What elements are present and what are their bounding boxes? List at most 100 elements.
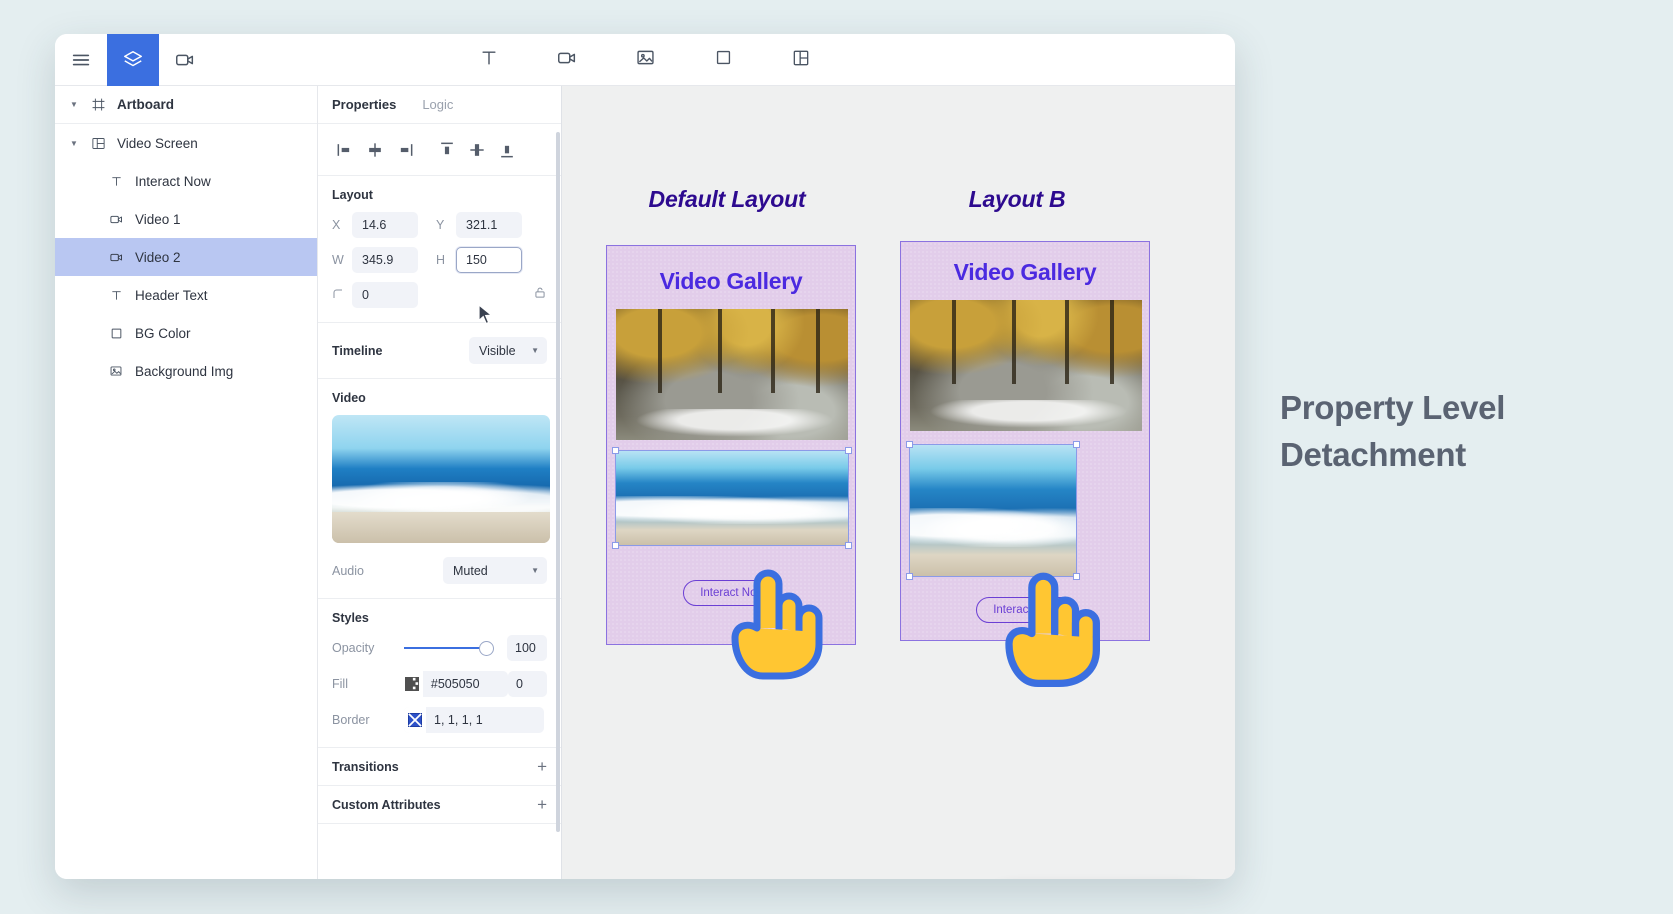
video-camera-icon [103,212,129,227]
transitions-accordion[interactable]: Transitions + [318,748,561,786]
align-center-horizontal-icon[interactable] [362,137,388,163]
hamburger-menu-icon [70,49,92,71]
video-camera-icon [103,250,129,265]
image-tool-button[interactable] [630,45,660,75]
properties-tabs: Properties Logic [318,86,561,124]
layout-grid-tool-button[interactable] [786,45,816,75]
border-label: Border [332,713,370,727]
app-window: ▼ Artboard ▼ Video Screen Interact Now V… [55,34,1235,879]
border-value: 1, 1, 1, 1 [434,713,483,727]
tree-trunk [718,309,723,393]
chevron-down-icon: ▼ [531,566,539,575]
tree-trunk [771,309,776,393]
align-bottom-icon[interactable] [494,137,520,163]
align-center-vertical-icon[interactable] [464,137,490,163]
card-title-default-layout: Default Layout [648,186,806,212]
forest-video-1[interactable] [616,309,848,440]
height-input[interactable]: 150 [456,247,522,273]
slide-caption: Property Level Detachment [1280,385,1650,479]
opacity-label: Opacity [332,641,375,655]
audio-select[interactable]: Muted ▼ [443,557,547,584]
resize-handle-nw[interactable] [612,447,619,454]
resize-handle-ne[interactable] [1073,441,1080,448]
tree-trunk [815,309,820,393]
h-label: H [436,253,446,267]
alignment-toolbar [318,124,561,176]
border-row: Border 1, 1, 1, 1 [332,707,547,733]
resize-handle-se[interactable] [1073,573,1080,580]
resize-handle-ne[interactable] [845,447,852,454]
layer-label: Background Img [135,363,234,379]
caption-line-1: Property Level [1280,389,1506,426]
artboard-layout-b[interactable]: Video Gallery Interact Now [900,241,1150,641]
gallery-heading: Video Gallery [953,259,1097,285]
custom-attributes-label: Custom Attributes [332,797,441,812]
border-field[interactable]: 1, 1, 1, 1 [404,707,544,733]
custom-attributes-accordion[interactable]: Custom Attributes + [318,786,561,824]
layer-label: Video 1 [135,211,181,227]
align-top-icon[interactable] [434,137,460,163]
waterfall-detail [928,399,1129,429]
timeline-select[interactable]: Visible ▼ [469,337,547,364]
interact-now-button[interactable]: Interact Now [683,580,782,606]
opacity-slider[interactable] [404,640,494,656]
top-toolbar [55,34,1235,86]
layer-row-interact-now[interactable]: Interact Now [55,162,317,200]
layer-row-video-1[interactable]: Video 1 [55,200,317,238]
add-transition-button[interactable]: + [537,758,547,775]
video-section: Video Audio Muted ▼ [318,379,561,599]
text-T-icon [103,289,129,302]
y-input[interactable]: 321.1 [456,212,522,238]
video-tool-button[interactable] [552,45,582,75]
fill-alpha-input[interactable]: 0 [508,671,548,697]
layer-label: Video Screen [117,135,198,151]
slider-knob[interactable] [479,640,494,656]
image-picture-icon [635,47,656,73]
properties-scrollbar[interactable] [556,132,560,832]
layer-row-video-screen[interactable]: ▼ Video Screen [55,124,317,162]
forest-video-1[interactable] [910,300,1142,431]
ocean-wave-video-thumbnail[interactable] [332,415,550,543]
layer-row-bg-color[interactable]: BG Color [55,314,317,352]
artboard-frame-icon [85,97,111,112]
add-custom-attribute-button[interactable]: + [537,796,547,813]
x-input[interactable]: 14.6 [352,212,418,238]
align-left-icon[interactable] [332,137,358,163]
layer-row-header-text[interactable]: Header Text [55,276,317,314]
resize-handle-sw[interactable] [612,542,619,549]
corner-radius-input[interactable]: 0 [352,282,418,308]
chevron-down-icon[interactable]: ▼ [63,139,85,148]
fill-color-field[interactable]: #505050 [400,671,509,697]
fill-color-swatch-icon[interactable] [400,671,423,697]
design-canvas[interactable]: Default Layout Layout B Video Gallery In… [562,86,1235,879]
width-input[interactable]: 345.9 [352,247,418,273]
artboard-default-layout[interactable]: Video Gallery Interact Now [606,245,856,645]
text-tool-button[interactable] [474,45,504,75]
tab-logic[interactable]: Logic [422,97,453,112]
resize-handle-sw[interactable] [906,573,913,580]
video-camera-icon [556,47,578,74]
align-right-icon[interactable] [392,137,418,163]
layer-row-artboard[interactable]: ▼ Artboard [55,86,317,124]
tab-properties[interactable]: Properties [332,97,396,112]
layer-row-background-img[interactable]: Background Img [55,352,317,390]
x-label: X [332,218,341,232]
resize-handle-nw[interactable] [906,441,913,448]
resize-handle-se[interactable] [845,542,852,549]
tree-trunk [951,300,956,384]
timeline-section: Timeline Visible ▼ [318,323,561,379]
interact-now-button[interactable]: Interact Now [976,597,1075,623]
opacity-value-input[interactable]: 100 [507,635,547,661]
video-panel-button[interactable] [159,34,211,86]
card-title-layout-b: Layout B [968,186,1066,212]
component-icon [85,136,111,151]
border-style-icon[interactable] [404,707,426,733]
layer-row-video-2[interactable]: Video 2 [55,238,317,276]
layers-panel-button[interactable] [107,34,159,86]
hamburger-menu-button[interactable] [55,34,107,86]
chevron-down-icon[interactable]: ▼ [63,100,85,109]
rectangle-tool-button[interactable] [708,45,738,75]
chevron-down-icon: ▼ [531,346,539,355]
lock-open-icon[interactable] [533,285,547,305]
fill-hex-value: #505050 [430,677,480,691]
